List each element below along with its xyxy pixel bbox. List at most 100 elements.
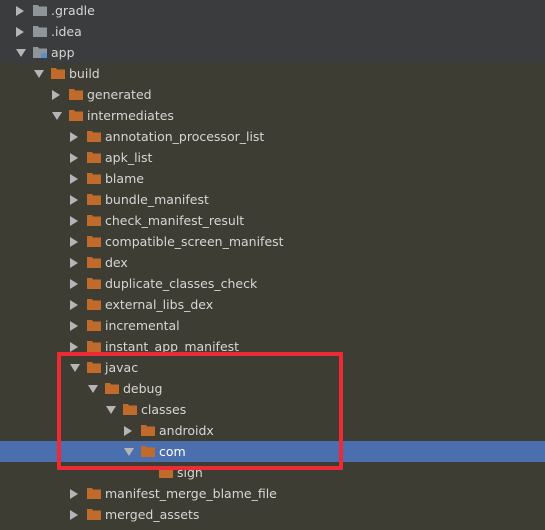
tree-row-label: apk_list (105, 150, 153, 165)
tree-row-label: classes (141, 402, 187, 417)
expand-arrow-down-icon[interactable] (88, 385, 98, 393)
tree-row-label: bundle_manifest (105, 192, 209, 207)
tree-row-generated[interactable]: generated (0, 84, 545, 105)
tree-row-build[interactable]: build (0, 63, 545, 84)
tree-row-merged-assets[interactable]: merged_assets (0, 504, 545, 525)
folder-orange-icon (87, 193, 101, 205)
folder-orange-icon (87, 361, 101, 373)
folder-gray-icon (33, 4, 47, 16)
folder-orange-icon (87, 130, 101, 142)
tree-row-label: check_manifest_result (105, 213, 245, 228)
tree-row-duplicate-classes-check[interactable]: duplicate_classes_check (0, 273, 545, 294)
folder-orange-icon (141, 445, 155, 457)
folder-orange-icon (87, 340, 101, 352)
tree-row-app[interactable]: app (0, 42, 545, 63)
expand-arrow-right-icon[interactable] (16, 27, 24, 37)
folder-orange-icon (69, 109, 83, 121)
tree-row-apk-list[interactable]: apk_list (0, 147, 545, 168)
tree-row-label: .gradle (51, 3, 95, 18)
folder-orange-icon (159, 466, 173, 478)
tree-row-label: generated (87, 87, 152, 102)
tree-row-blame[interactable]: blame (0, 168, 545, 189)
tree-row-label: dex (105, 255, 128, 270)
expand-arrow-right-icon[interactable] (70, 132, 78, 142)
tree-row-label: .idea (51, 24, 82, 39)
folder-orange-icon (87, 151, 101, 163)
tree-row-androidx[interactable]: androidx (0, 420, 545, 441)
folder-gray-icon (33, 25, 47, 37)
expand-arrow-right-icon[interactable] (70, 174, 78, 184)
tree-row-idea[interactable]: .idea (0, 21, 545, 42)
expand-arrow-down-icon[interactable] (106, 406, 116, 414)
folder-orange-icon (141, 424, 155, 436)
expand-arrow-right-icon[interactable] (70, 300, 78, 310)
expand-arrow-right-icon[interactable] (70, 195, 78, 205)
expand-arrow-right-icon[interactable] (70, 342, 78, 352)
tree-row-bundle-manifest[interactable]: bundle_manifest (0, 189, 545, 210)
tree-row-label: javac (105, 360, 139, 375)
folder-orange-icon (87, 487, 101, 499)
tree-row-annotation-processor-list[interactable]: annotation_processor_list (0, 126, 545, 147)
tree-row-label: external_libs_dex (105, 297, 214, 312)
tree-row-instant-app-manifest[interactable]: instant_app_manifest (0, 336, 545, 357)
tree-row-com[interactable]: com (0, 441, 545, 462)
folder-orange-icon (87, 508, 101, 520)
expand-arrow-right-icon[interactable] (70, 216, 78, 226)
tree-row-label: duplicate_classes_check (105, 276, 258, 291)
expand-arrow-down-icon[interactable] (124, 448, 134, 456)
tree-row-label: sign (177, 465, 203, 480)
tree-row-label: debug (123, 381, 163, 396)
expand-arrow-right-icon[interactable] (70, 279, 78, 289)
expand-arrow-down-icon[interactable] (70, 364, 80, 372)
tree-row-label: androidx (159, 423, 214, 438)
tree-row-label: instant_app_manifest (105, 339, 240, 354)
expand-arrow-right-icon[interactable] (70, 510, 78, 520)
tree-row-classes[interactable]: classes (0, 399, 545, 420)
expand-arrow-down-icon[interactable] (52, 112, 62, 120)
folder-orange-icon (87, 277, 101, 289)
expand-arrow-right-icon[interactable] (70, 237, 78, 247)
folder-orange-icon (69, 88, 83, 100)
tree-row-manifest-merge-blame-file[interactable]: manifest_merge_blame_file (0, 483, 545, 504)
tree-row-label: blame (105, 171, 144, 186)
tree-row-incremental[interactable]: incremental (0, 315, 545, 336)
tree-row-label: build (69, 66, 100, 81)
tree-row-gradle[interactable]: .gradle (0, 0, 545, 21)
tree-row-label: intermediates (87, 108, 174, 123)
tree-row-check-manifest-result[interactable]: check_manifest_result (0, 210, 545, 231)
tree-row-compatible-screen-manifest[interactable]: compatible_screen_manifest (0, 231, 545, 252)
tree-row-intermediates[interactable]: intermediates (0, 105, 545, 126)
folder-orange-icon (87, 256, 101, 268)
folder-orange-icon (105, 382, 119, 394)
tree-row-label: incremental (105, 318, 180, 333)
expand-arrow-right-icon[interactable] (70, 489, 78, 499)
tree-row-dex[interactable]: dex (0, 252, 545, 273)
module-folder-icon (33, 46, 47, 58)
expand-arrow-down-icon[interactable] (34, 70, 44, 78)
tree-row-label: manifest_merge_blame_file (105, 486, 277, 501)
tree-row-label: compatible_screen_manifest (105, 234, 284, 249)
tree-row-label: app (51, 45, 75, 60)
expand-arrow-right-icon[interactable] (52, 90, 60, 100)
expand-arrow-right-icon[interactable] (70, 258, 78, 268)
tree-row-label: com (159, 444, 186, 459)
tree-row-sign[interactable]: sign (0, 462, 545, 483)
folder-orange-icon (123, 403, 137, 415)
expand-arrow-right-icon[interactable] (16, 6, 24, 16)
expand-arrow-down-icon[interactable] (16, 49, 26, 57)
tree-row-javac[interactable]: javac (0, 357, 545, 378)
expand-arrow-right-icon[interactable] (70, 321, 78, 331)
expand-arrow-right-icon[interactable] (70, 153, 78, 163)
tree-row-external-libs-dex[interactable]: external_libs_dex (0, 294, 545, 315)
expand-arrow-right-icon[interactable] (124, 426, 132, 436)
folder-orange-icon (87, 172, 101, 184)
project-tree: .gradle .idea app build generated intermediat… (0, 0, 545, 530)
folder-orange-icon (51, 67, 65, 79)
tree-row-debug[interactable]: debug (0, 378, 545, 399)
folder-orange-icon (87, 235, 101, 247)
folder-orange-icon (87, 298, 101, 310)
tree-row-label: merged_assets (105, 507, 200, 522)
folder-orange-icon (87, 214, 101, 226)
tree-row-label: annotation_processor_list (105, 129, 265, 144)
folder-orange-icon (87, 319, 101, 331)
